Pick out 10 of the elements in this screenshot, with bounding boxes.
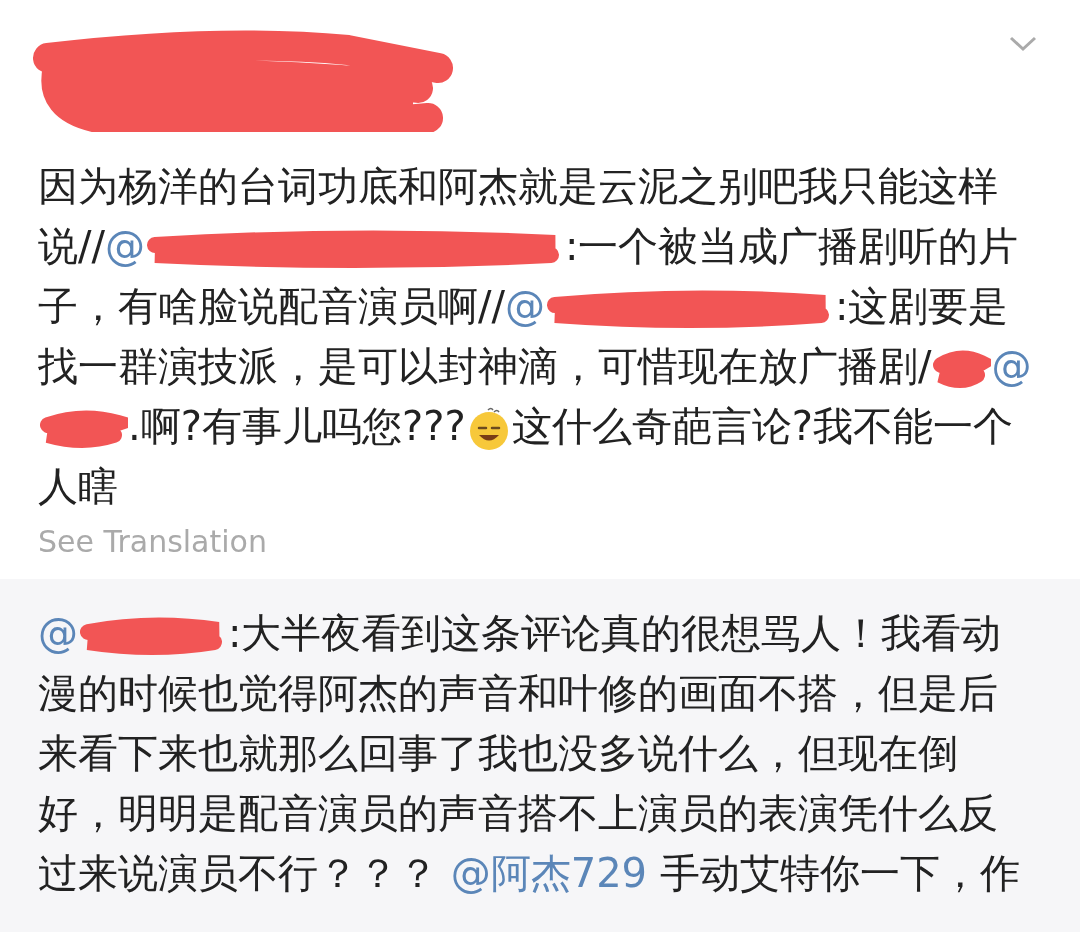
see-translation-link[interactable]: See Translation [38, 524, 267, 559]
mention-link[interactable]: @阿杰729 [450, 850, 648, 896]
post-text: 因为杨洋的台词功底和阿杰就是云泥之别吧我只能这样说//@ :一个被当成广播剧听的片子，有啥脸说配音演员啊//@ :这剧要是找一群演技派，是可以封神滴，可惜现在放广播剧/ @ .啊?有事儿吗您??? 这什么奇葩言论?我不能一个人瞎 [38, 162, 1033, 511]
mention-link[interactable]: @ [104, 223, 145, 269]
chevron-down-icon[interactable] [1008, 34, 1038, 54]
redaction-scribble [931, 349, 992, 389]
mention-link[interactable]: @ [991, 343, 1032, 389]
mention-link[interactable]: @ [504, 283, 545, 329]
reply-text: @ :大半夜看到这条评论真的很想骂人！我看动漫的时候也觉得阿杰的声音和叶修的画面不搭，但是后来看下来也就那么回事了我也没多说什么，但现在倒好，明明是配音演员的声音搭不上演员的表演凭什么反过来说演员不行？？？ @阿杰729 手动艾特你一下，作 [38, 609, 1021, 898]
mention-link[interactable]: @ [38, 610, 78, 656]
